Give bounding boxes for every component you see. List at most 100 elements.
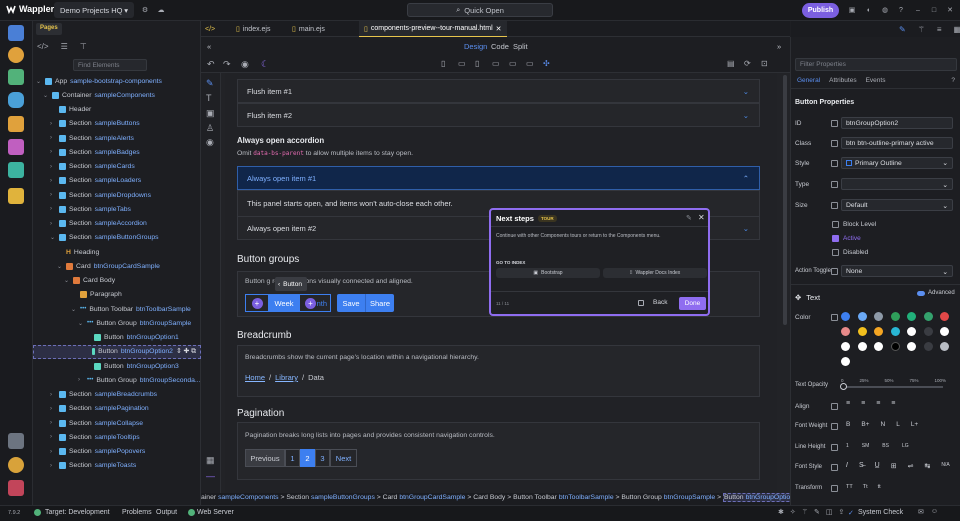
color-swatch[interactable] xyxy=(907,342,916,351)
bootstrap-link[interactable]: ▣ Bootstrap xyxy=(496,268,600,278)
desktop-icon[interactable]: ▭ xyxy=(526,59,534,68)
binding-icon[interactable] xyxy=(831,485,838,492)
edit-icon[interactable]: ✎ xyxy=(899,25,906,34)
breadcrumb-item[interactable]: Button Toolbar btnToolbarSample xyxy=(513,494,614,501)
collapse-left-icon[interactable]: « xyxy=(207,42,211,51)
tree-item[interactable]: › Section sampleButtons xyxy=(50,117,140,131)
color-swatch[interactable] xyxy=(907,327,916,336)
color-swatch[interactable] xyxy=(923,342,933,351)
expand-chevron-icon[interactable]: ⌄ xyxy=(78,320,84,327)
underline-icon[interactable]: U̲ xyxy=(875,462,880,470)
inspect-icon[interactable]: ⊡ xyxy=(761,59,768,68)
weight-bolder[interactable]: B+ xyxy=(861,421,869,428)
expand-chevron-icon[interactable]: › xyxy=(50,449,56,455)
tab-components-preview[interactable]: ▯ components-preview--tour-manual.html ✕ xyxy=(359,21,507,37)
publish-button[interactable]: Publish xyxy=(802,3,839,18)
moon-icon[interactable]: ☾ xyxy=(261,59,269,70)
robot-icon[interactable] xyxy=(8,188,24,204)
pin-icon[interactable]: ⊤ xyxy=(80,42,87,56)
web-server-button[interactable]: Web Server xyxy=(197,509,234,516)
expand-chevron-icon[interactable]: › xyxy=(50,178,56,184)
align-left-icon[interactable]: ≡ xyxy=(846,400,850,407)
align-justify-icon[interactable]: ≡ xyxy=(891,400,895,407)
collapse-right-icon[interactable]: » xyxy=(777,42,781,51)
maximize-icon[interactable]: □ xyxy=(929,5,939,15)
database-icon[interactable] xyxy=(8,92,24,108)
phone-icon[interactable]: ▯ xyxy=(441,59,445,68)
sliders-icon[interactable]: ≡ xyxy=(937,25,942,34)
expand-chevron-icon[interactable]: › xyxy=(50,206,56,212)
problems-button[interactable]: Problems xyxy=(122,509,152,516)
lh-sm[interactable]: SM xyxy=(862,443,870,449)
tab-events[interactable]: Events xyxy=(866,77,886,88)
weight-normal[interactable]: N xyxy=(880,421,885,428)
expand-chevron-icon[interactable]: › xyxy=(78,377,84,383)
signpost-icon[interactable] xyxy=(8,116,24,132)
minimize-icon[interactable]: – xyxy=(913,5,923,15)
page-1[interactable]: 1 xyxy=(285,449,300,467)
binding-icon[interactable] xyxy=(831,314,838,321)
laptop-icon[interactable]: ▭ xyxy=(509,59,517,68)
bug-icon[interactable]: ✱ xyxy=(778,508,784,516)
tree-item[interactable]: Button btnGroupOption3 xyxy=(85,359,179,373)
expand-chevron-icon[interactable]: › xyxy=(50,434,56,440)
binding-icon[interactable] xyxy=(831,140,838,147)
docs-index-link[interactable]: ⁞⁞ Wappler Docs Index xyxy=(603,268,707,278)
flush-item-1[interactable]: Flush item #1 ⌄ xyxy=(237,79,760,103)
binding-icon[interactable] xyxy=(831,160,838,167)
color-swatch[interactable] xyxy=(923,327,933,336)
expand-chevron-icon[interactable]: › xyxy=(50,392,56,398)
target-selector[interactable]: Target: Development xyxy=(45,509,110,516)
tree-item[interactable]: Button btnGroupOption2 ⇕ ✚ ⧉ xyxy=(33,344,201,359)
tree-item[interactable]: ⌄ ••• Button Toolbar btnToolbarSample xyxy=(71,302,191,316)
output-button[interactable]: Output xyxy=(156,509,177,516)
eye-icon[interactable]: ◉ xyxy=(206,137,214,148)
redo-icon[interactable]: ↷ xyxy=(223,59,231,70)
tree-item[interactable]: ⌄ Card Body xyxy=(64,274,115,288)
color-swatch[interactable] xyxy=(874,342,883,351)
expand-chevron-icon[interactable]: › xyxy=(50,221,56,227)
weight-light[interactable]: L xyxy=(896,421,900,428)
breadcrumb-item[interactable]: Button Group btnGroupSample xyxy=(621,494,715,501)
layers-icon[interactable]: ◫ xyxy=(826,508,833,516)
id-input[interactable]: btnGroupOption2 xyxy=(841,117,953,129)
tree-item[interactable]: Header xyxy=(50,103,91,117)
share-icon[interactable]: ⇪ xyxy=(839,508,845,516)
expand-chevron-icon[interactable]: › xyxy=(50,164,56,170)
style-select[interactable]: Primary Outline ⌄ xyxy=(841,157,953,169)
color-swatch[interactable] xyxy=(874,312,883,321)
expand-chevron-icon[interactable]: › xyxy=(50,406,56,412)
font-style-na[interactable]: N/A xyxy=(941,462,949,470)
dont-show-checkbox[interactable] xyxy=(638,300,644,306)
workflow-icon[interactable] xyxy=(8,47,24,63)
binding-icon[interactable] xyxy=(831,464,838,471)
transform-capitalize[interactable]: Tt xyxy=(863,484,868,490)
tree-item[interactable]: › Section sampleToasts xyxy=(50,459,136,473)
cloud-icon[interactable]: ☁ xyxy=(156,5,166,15)
close-icon[interactable]: ✕ xyxy=(945,5,955,15)
color-icon[interactable]: ◍ xyxy=(880,5,890,15)
expand-chevron-icon[interactable]: › xyxy=(50,121,56,127)
color-swatch[interactable] xyxy=(857,312,867,321)
binding-icon[interactable] xyxy=(831,423,838,430)
tab-pages[interactable]: Pages xyxy=(36,23,62,35)
color-swatch[interactable] xyxy=(907,312,916,321)
slider-thumb[interactable] xyxy=(840,383,847,390)
page-next[interactable]: Next xyxy=(330,449,357,467)
find-elements-input[interactable]: Find Elements xyxy=(73,59,147,71)
nowrap-icon[interactable]: ↹ xyxy=(924,462,930,470)
breadcrumb-item[interactable]: ButtonbtnGroupOption2 xyxy=(722,493,790,502)
code-icon[interactable]: </> xyxy=(37,42,49,56)
color-swatch[interactable] xyxy=(857,342,867,351)
strike-icon[interactable]: S̶ xyxy=(859,462,864,470)
tab-index-ejs[interactable]: ▯ index.ejs xyxy=(231,21,276,37)
breadcrumb-item[interactable]: Card btnGroupCardSample xyxy=(383,494,466,501)
expand-chevron-icon[interactable]: ⌄ xyxy=(43,92,49,99)
week-button[interactable]: Week xyxy=(269,294,299,312)
block-level-checkbox[interactable] xyxy=(832,221,839,228)
color-swatch[interactable] xyxy=(940,342,949,351)
breadcrumb-home[interactable]: Home xyxy=(245,373,265,382)
tablet-landscape-icon[interactable]: ▭ xyxy=(492,59,500,68)
scroll-thumb[interactable] xyxy=(782,75,787,325)
tree-item[interactable]: › Section sampleTabs xyxy=(50,202,131,216)
